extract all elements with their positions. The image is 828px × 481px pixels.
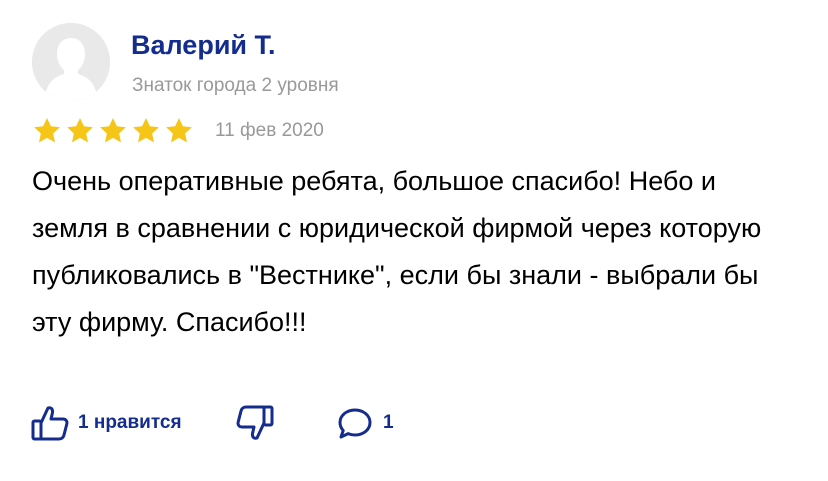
avatar[interactable] (32, 23, 110, 101)
comment-count: 1 (383, 412, 394, 433)
star-icon (34, 118, 60, 143)
author-name[interactable]: Валерий Т. (131, 30, 275, 61)
star-icon (166, 118, 192, 143)
comments-button[interactable]: 1 (335, 402, 394, 444)
star-icon (133, 118, 159, 143)
review-date: 11 фев 2020 (215, 120, 324, 141)
review-text: Очень оперативные ребята, большое спасиб… (32, 166, 762, 337)
like-count: 1 нравится (78, 412, 182, 433)
comment-icon (338, 408, 372, 439)
author-level: Знаток города 2 уровня (132, 75, 339, 96)
review-card: Валерий Т. Знаток города 2 уровня 11 фев… (0, 0, 828, 481)
thumbs-up-icon (31, 406, 69, 441)
like-button[interactable]: 1 нравится (30, 402, 182, 444)
user-silhouette-icon (32, 23, 110, 101)
thumbs-down-icon (236, 405, 274, 440)
star-icon (67, 118, 93, 143)
rating-stars (32, 116, 194, 146)
star-icon (100, 118, 126, 143)
dislike-button[interactable] (235, 402, 275, 444)
